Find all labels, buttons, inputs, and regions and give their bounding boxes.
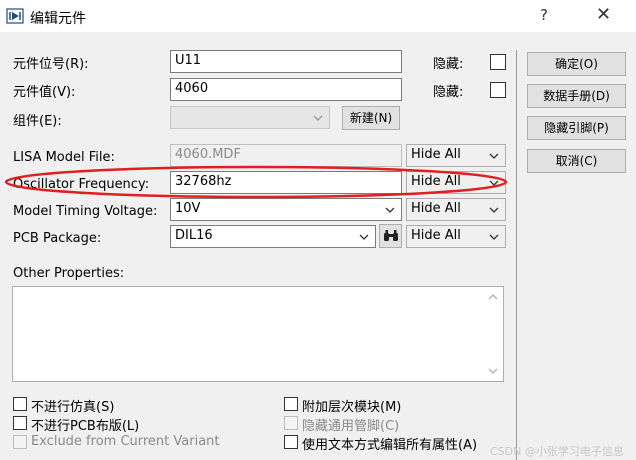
- chevron-down-icon: [489, 207, 499, 213]
- other-properties-label: Other Properties:: [13, 266, 125, 281]
- highlight-ellipse: [4, 165, 508, 199]
- title-bar: 编辑元件 ? ✕: [0, 0, 636, 32]
- chevron-down-icon: [385, 207, 395, 213]
- browse-package-button[interactable]: [379, 224, 402, 248]
- ref-hidden-checkbox[interactable]: [490, 54, 506, 70]
- close-button[interactable]: ✕: [596, 4, 611, 25]
- exclude-variant-checkbox: [13, 435, 27, 449]
- no-simulate-label: 不进行仿真(S): [31, 400, 115, 415]
- edit-all-text-checkbox[interactable]: [284, 435, 298, 449]
- vertical-divider: [516, 50, 517, 460]
- textarea-scrollbar[interactable]: [483, 287, 503, 381]
- binoculars-icon: [383, 230, 398, 241]
- help-button[interactable]: ?: [540, 6, 548, 24]
- datasheet-button[interactable]: 数据手册(D): [527, 84, 626, 108]
- value-hidden-label: 隐藏:: [433, 85, 464, 100]
- value-hidden-checkbox[interactable]: [490, 82, 506, 98]
- chevron-down-icon: [313, 115, 323, 121]
- model-timing-voltage-label: Model Timing Voltage:: [13, 204, 158, 219]
- no-simulate-checkbox[interactable]: [13, 397, 27, 411]
- pcb-package-label: PCB Package:: [13, 231, 102, 246]
- ok-button[interactable]: 确定(O): [527, 52, 626, 76]
- chevron-down-icon: [359, 234, 369, 240]
- pcb-package-select[interactable]: DIL16: [170, 225, 376, 248]
- hier-module-checkbox[interactable]: [284, 397, 298, 411]
- new-button[interactable]: 新建(N): [342, 106, 400, 130]
- component-app-icon: [6, 8, 24, 24]
- window-title: 编辑元件: [30, 11, 86, 27]
- hide-common-pins-checkbox: [284, 416, 298, 430]
- hier-module-label: 附加层次模块(M): [302, 400, 402, 415]
- cancel-button[interactable]: 取消(C): [527, 149, 626, 173]
- pcb-package-visibility-select[interactable]: Hide All: [406, 225, 506, 248]
- ref-input[interactable]: U11: [170, 50, 402, 73]
- group-select[interactable]: [170, 106, 330, 129]
- hidden-pins-button[interactable]: 隐藏引脚(P): [527, 116, 626, 140]
- chevron-down-icon: [489, 234, 499, 240]
- group-label: 组件(E):: [13, 114, 62, 129]
- other-properties-textarea[interactable]: [12, 286, 504, 382]
- edit-all-text-label: 使用文本方式编辑所有属性(A): [302, 438, 478, 453]
- watermark: CSDN @小张学习电子信息: [490, 445, 624, 458]
- ref-label: 元件位号(R):: [13, 57, 89, 72]
- scroll-down-icon: [488, 368, 498, 374]
- hide-common-pins-label: 隐藏通用管脚(C): [302, 419, 400, 434]
- no-pcb-label: 不进行PCB布版(L): [31, 419, 140, 434]
- ref-hidden-label: 隐藏:: [433, 57, 464, 72]
- value-input[interactable]: 4060: [170, 78, 402, 101]
- exclude-variant-label: Exclude from Current Variant: [31, 434, 220, 449]
- scroll-up-icon: [488, 294, 498, 300]
- no-pcb-checkbox[interactable]: [13, 416, 27, 430]
- value-label: 元件值(V):: [13, 85, 76, 100]
